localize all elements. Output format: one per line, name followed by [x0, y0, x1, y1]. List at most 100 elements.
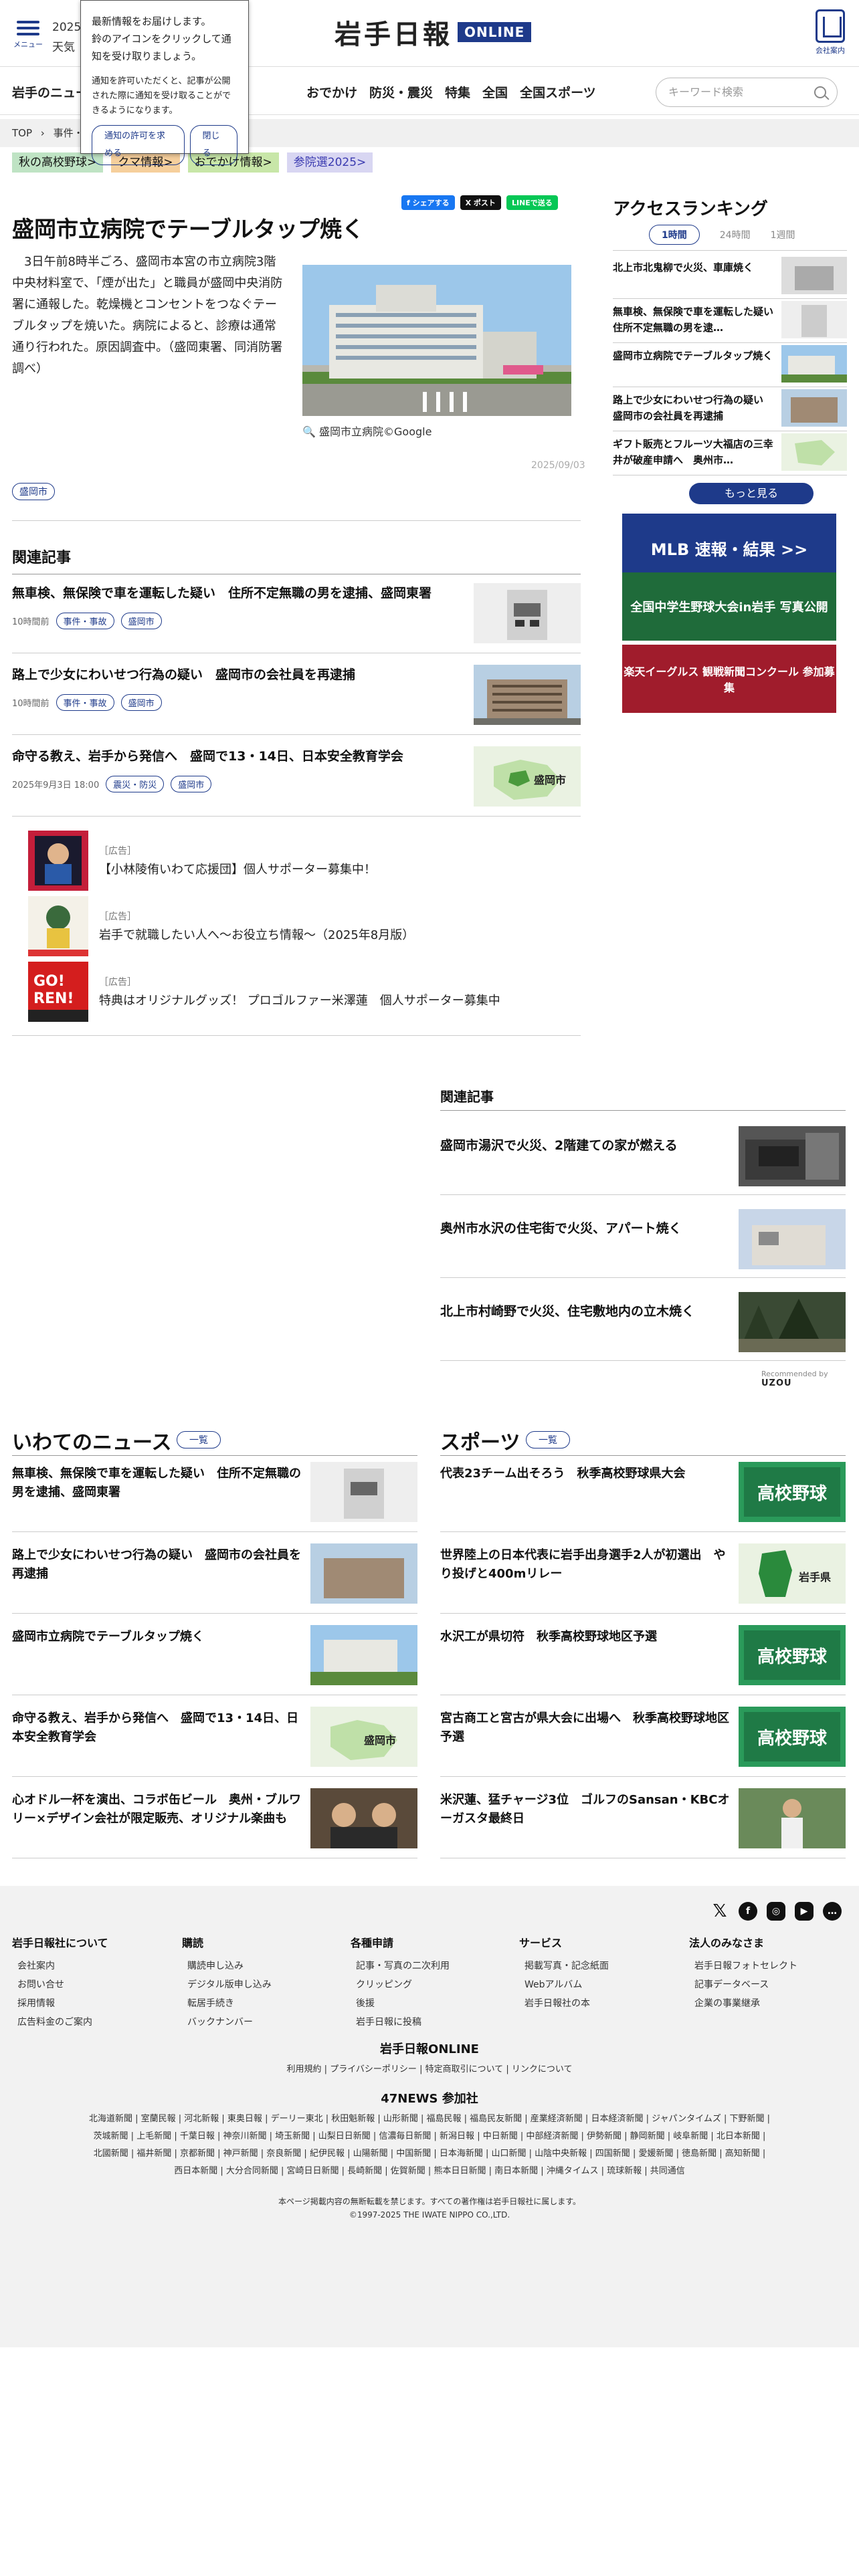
footer-link[interactable]: 後援 [351, 1994, 450, 2013]
ad-item[interactable]: ［広告］ 【小林陵侑いわて応援団】個人サポーター募集中！ [28, 831, 577, 891]
footer-link[interactable]: デジタル版申し込み [182, 1975, 272, 1994]
footer-link[interactable]: バックナンバー [182, 2013, 272, 2032]
breadcrumb-top[interactable]: TOP [12, 127, 32, 139]
search-input[interactable]: キーワード検索 [656, 78, 838, 107]
news-item[interactable]: 代表23チーム出そろう 秋季高校野球県大会 高校野球 [440, 1462, 846, 1542]
related-thumb[interactable] [474, 583, 581, 643]
svg-text:高校野球: 高校野球 [757, 1483, 828, 1504]
tag-koukou-yakyu[interactable]: 秋の高校野球> [12, 152, 104, 173]
news-item[interactable]: 宮古商工と宮古が県大会に出場へ 秋季高校野球地区予選 高校野球 [440, 1707, 846, 1787]
city-tag[interactable]: 盛岡市 [171, 776, 212, 792]
related-thumb[interactable] [474, 665, 581, 725]
site-logo[interactable]: 岩手日報 ONLINE [335, 16, 532, 50]
tab-24hours[interactable]: 24時間 [720, 225, 751, 245]
ranking-more-button[interactable]: もっと見る [689, 483, 814, 504]
ad-item[interactable]: ［広告］ 岩手で就職したい人へ〜お役立ち情報〜（2025年8月版） [28, 896, 577, 956]
nav-item-tokushu[interactable]: 特集 [445, 83, 470, 101]
menu-button[interactable]: メニュー [12, 17, 44, 55]
partner-links-row[interactable]: 北國新聞 | 福井新聞 | 京都新聞 | 神戸新聞 | 奈良新聞 | 紀伊民報 … [0, 2145, 859, 2163]
footer-link[interactable]: 掲載写真・記念紙面 [519, 1957, 609, 1975]
footer-link[interactable]: 転居手続き [182, 1994, 272, 2013]
nav-item-iwate-news[interactable]: 岩手のニュー [12, 83, 88, 101]
news-item[interactable]: 心オドル一杯を演出、コラボ缶ビール 奥州・ブルワリー×デザイン会社が限定販売、オ… [12, 1788, 417, 1868]
category-tag[interactable]: 事件・事故 [56, 694, 114, 711]
footer-link[interactable]: 広告料金のご案内 [12, 2013, 108, 2032]
search-icon[interactable] [814, 86, 826, 98]
category-tag[interactable]: 事件・事故 [56, 613, 114, 629]
line-share-button[interactable]: LINEで送る [506, 195, 558, 210]
svg-text:高校野球: 高校野球 [757, 1728, 828, 1749]
ad-item[interactable]: GO! REN! ［広告］ 特典はオリジナルグッズ！ プロゴルファー米澤蓮 個人サ… [28, 962, 577, 1022]
facebook-share-button[interactable]: f シェアする [401, 195, 455, 210]
lower-related-title: 関連記事 [440, 1089, 494, 1105]
news-item[interactable]: 盛岡市立病院でテーブルタップ焼く [12, 1625, 417, 1705]
footer-link[interactable]: 岩手日報フォトセレクト [689, 1957, 797, 1975]
ad-image: GO! REN! [28, 962, 88, 1022]
lower-related-item[interactable]: 北上市村崎野で火災、住宅敷地内の立木焼く [440, 1292, 846, 1366]
news-item[interactable]: 路上で少女にわいせつ行為の疑い 盛岡市の会社員を再逮捕 [12, 1543, 417, 1624]
news-item[interactable]: 米沢蓮、猛チャージ3位 ゴルフのSansan・KBCオーガスタ最終日 [440, 1788, 846, 1868]
footer-link[interactable]: 採用情報 [12, 1994, 108, 2013]
mlb-banner[interactable]: MLB 速報・結果 >> [622, 514, 836, 582]
related-thumb[interactable]: 盛岡市 [474, 746, 581, 807]
news-item[interactable]: 命守る教え、岩手から発信へ 盛岡で13・14日、日本安全教育学会 盛岡市 [12, 1707, 417, 1787]
lower-related-item[interactable]: 奥州市水沢の住宅街で火災、アパート焼く [440, 1209, 846, 1283]
footer-link[interactable]: 会社案内 [12, 1957, 108, 1975]
tag-sanin[interactable]: 参院選2025> [286, 152, 373, 173]
partner-links-row[interactable]: 茨城新聞 | 上毛新聞 | 千葉日報 | 神奈川新聞 | 埼玉新聞 | 山梨日日… [0, 2128, 859, 2145]
allow-notification-button[interactable]: 通知の許可を求める [92, 125, 185, 165]
footer-link[interactable]: 岩手日報に投稿 [351, 2013, 450, 2032]
lower-related-item[interactable]: 盛岡市湯沢で火災、2階建ての家が燃える [440, 1126, 846, 1200]
ranking-item[interactable]: 盛岡市立病院でテーブルタップ焼く [613, 344, 847, 385]
nav-item-zenkoku-sports[interactable]: 全国スポーツ [520, 83, 596, 101]
footer-link[interactable]: お問い合せ [12, 1975, 108, 1994]
article-body: 3日午前8時半ごろ、盛岡市本宮の市立病院3階中央材料室で、「煙が出た」と職員が盛… [12, 255, 283, 376]
line-icon[interactable]: … [823, 1902, 842, 1921]
junior-baseball-banner[interactable]: 全国中学生野球大会in岩手 写真公開 [622, 572, 836, 641]
footer-link[interactable]: 企業の事業継承 [689, 1994, 797, 2013]
ranking-item[interactable]: 無車検、無保険で車を運転した疑い 住所不定無職の男を逮… [613, 300, 847, 341]
eagles-banner[interactable]: 楽天イーグルス 観戦新聞コンクール 参加募集 [622, 645, 836, 713]
timestamp: 2025年9月3日 18:00 [12, 780, 100, 790]
footer-link[interactable]: 記事・写真の二次利用 [351, 1957, 450, 1975]
nav-item-odekake[interactable]: おでかけ [306, 83, 357, 101]
notification-prompt: 最新情報をお届けします。 鈴のアイコンをクリックして通知を受け取りましょう。 通… [80, 0, 249, 165]
ranking-item[interactable]: ギフト販売とフルーツ大福店の三幸井が破産申請へ 奥州市… [613, 432, 847, 473]
youtube-icon[interactable]: ▶ [795, 1902, 814, 1921]
partner-links-row[interactable]: 北海道新聞 | 室蘭民報 | 河北新報 | 東奥日報 | デーリー東北 | 秋田… [0, 2111, 859, 2128]
city-tag[interactable]: 盛岡市 [12, 483, 55, 500]
sports-list-button[interactable]: 一覧 [526, 1431, 570, 1448]
partner-links-row[interactable]: 西日本新聞 | 大分合同新聞 | 宮崎日日新聞 | 長崎新聞 | 佐賀新聞 | … [0, 2163, 859, 2180]
facebook-icon[interactable]: f [739, 1902, 757, 1921]
article-title: 盛岡市立病院でテーブルタップ焼く [12, 216, 365, 242]
category-tag[interactable]: 震災・防災 [106, 776, 165, 792]
article-photo[interactable] [302, 265, 571, 416]
footer-link[interactable]: 岩手日報社の本 [519, 1994, 609, 2013]
news-item[interactable]: 水沢工が県切符 秋季高校野球地区予選 高校野球 [440, 1625, 846, 1705]
city-tag[interactable]: 盛岡市 [120, 613, 162, 629]
company-info-link[interactable]: 会社案内 [812, 9, 848, 56]
ranking-item[interactable]: 路上で少女にわいせつ行為の疑い 盛岡市の会社員を再逮捕 [613, 388, 847, 429]
timestamp: 10時間前 [12, 699, 50, 709]
footer-link[interactable]: 購読申し込み [182, 1957, 272, 1975]
nav-item-zenkoku[interactable]: 全国 [482, 83, 508, 101]
nav-item-bousai[interactable]: 防災・震災 [369, 83, 433, 101]
x-post-button[interactable]: X ポスト [460, 195, 501, 210]
footer-online-section: 岩手日報ONLINE 利用規約 | プライバシーポリシー | 特定商取引について… [0, 2040, 859, 2078]
city-tag[interactable]: 盛岡市 [120, 694, 162, 711]
news-item[interactable]: 無車検、無保険で車を運転した疑い 住所不定無職の男を逮捕、盛岡東署 [12, 1462, 417, 1542]
x-icon[interactable]: 𝕏 [710, 1901, 729, 1921]
logo-online-badge: ONLINE [458, 22, 532, 42]
ranking-item[interactable]: 北上市北鬼柳で火災、車庫焼く [613, 255, 847, 297]
iwate-news-list-button[interactable]: 一覧 [177, 1431, 221, 1448]
footer-link[interactable]: Webアルバム [519, 1975, 609, 1994]
footer-link[interactable]: 記事データベース [689, 1975, 797, 1994]
news-item[interactable]: 世界陸上の日本代表に岩手出身選手2人が初選出 やり投げと400mリレー 岩手県 [440, 1543, 846, 1624]
tab-1week[interactable]: 1週間 [771, 225, 795, 245]
instagram-icon[interactable]: ◎ [767, 1902, 785, 1921]
svg-text:REN!: REN! [33, 990, 74, 1007]
footer-link[interactable]: クリッピング [351, 1975, 450, 1994]
tab-1hour[interactable]: 1時間 [649, 225, 700, 245]
close-notification-button[interactable]: 閉じる [189, 125, 237, 165]
footer-policy-links[interactable]: 利用規約 | プライバシーポリシー | 特定商取引について | リンクについて [0, 2061, 859, 2078]
